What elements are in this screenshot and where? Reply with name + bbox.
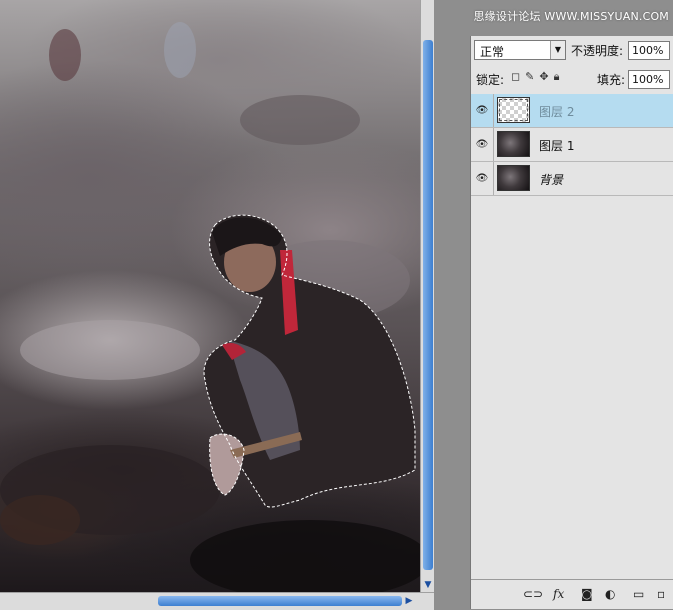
layer-name: 背景 bbox=[539, 173, 564, 187]
blend-mode-select[interactable]: 正常 ▼ bbox=[474, 40, 566, 60]
eye-icon[interactable]: 👁︎ bbox=[471, 94, 494, 127]
mask-icon[interactable]: ◙ bbox=[581, 587, 593, 601]
layer-list: 👁︎ 图层 2 👁︎ 图层 1 👁︎ 背景 bbox=[471, 94, 673, 196]
layer-row-background[interactable]: 👁︎ 背景 bbox=[471, 162, 673, 196]
lock-paint-icon[interactable]: ✎ bbox=[525, 70, 539, 83]
layer-row-layer2[interactable]: 👁︎ 图层 2 bbox=[471, 94, 673, 128]
scroll-down-icon[interactable]: ▼ bbox=[423, 580, 433, 590]
blend-opacity-row: 正常 ▼ 不透明度: 100% bbox=[471, 38, 673, 64]
horizontal-scroll-thumb[interactable] bbox=[158, 596, 402, 606]
layers-bottom-toolbar: ⊂⊃ fx ◙ ◐ ▭ ▫ bbox=[471, 579, 673, 609]
layer-name: 图层 2 bbox=[539, 105, 575, 119]
watermark-text: 思缘设计论坛 WWW.MISSYUAN.COM bbox=[473, 10, 669, 23]
layers-panel: 正常 ▼ 不透明度: 100% 锁定: ◻✎✥🔒︎ 填充: 100% 👁︎ 图层… bbox=[470, 36, 673, 609]
scroll-right-icon[interactable]: ▶ bbox=[404, 595, 414, 607]
document-canvas[interactable] bbox=[0, 0, 420, 592]
chevron-down-icon[interactable]: ▼ bbox=[550, 41, 565, 59]
panel-gap bbox=[434, 0, 462, 609]
photo-content bbox=[0, 22, 420, 592]
layer-thumbnail bbox=[497, 165, 530, 191]
opacity-label: 不透明度: bbox=[571, 44, 624, 58]
lock-transparent-icon[interactable]: ◻ bbox=[511, 70, 525, 83]
fill-label: 填充: bbox=[597, 73, 626, 87]
layer-thumbnail bbox=[497, 97, 530, 123]
blend-mode-value: 正常 bbox=[480, 45, 505, 59]
fx-icon[interactable]: fx bbox=[553, 587, 564, 601]
eye-icon[interactable]: 👁︎ bbox=[471, 128, 494, 161]
layer-thumbnail bbox=[497, 131, 530, 157]
link-icon[interactable]: ⊂⊃ bbox=[523, 587, 543, 601]
horizontal-scrollbar[interactable]: ▶ bbox=[0, 592, 434, 610]
eye-icon[interactable]: 👁︎ bbox=[471, 162, 494, 195]
new-layer-icon[interactable]: ▫ bbox=[657, 587, 665, 601]
lock-icons: ◻✎✥🔒︎ bbox=[511, 70, 564, 84]
lock-label: 锁定: bbox=[476, 73, 505, 87]
lock-all-icon[interactable]: 🔒︎ bbox=[554, 70, 565, 84]
adjustment-icon[interactable]: ◐ bbox=[605, 587, 615, 601]
vertical-scroll-thumb[interactable] bbox=[423, 40, 433, 570]
layer-row-layer1[interactable]: 👁︎ 图层 1 bbox=[471, 128, 673, 162]
layer-name: 图层 1 bbox=[539, 139, 575, 153]
lock-fill-row: 锁定: ◻✎✥🔒︎ 填充: 100% bbox=[471, 66, 673, 92]
vertical-scrollbar[interactable]: ▼ bbox=[420, 0, 435, 592]
lock-move-icon[interactable]: ✥ bbox=[539, 70, 553, 83]
opacity-input[interactable]: 100% bbox=[628, 41, 670, 60]
group-icon[interactable]: ▭ bbox=[633, 587, 644, 601]
fill-input[interactable]: 100% bbox=[628, 70, 670, 89]
